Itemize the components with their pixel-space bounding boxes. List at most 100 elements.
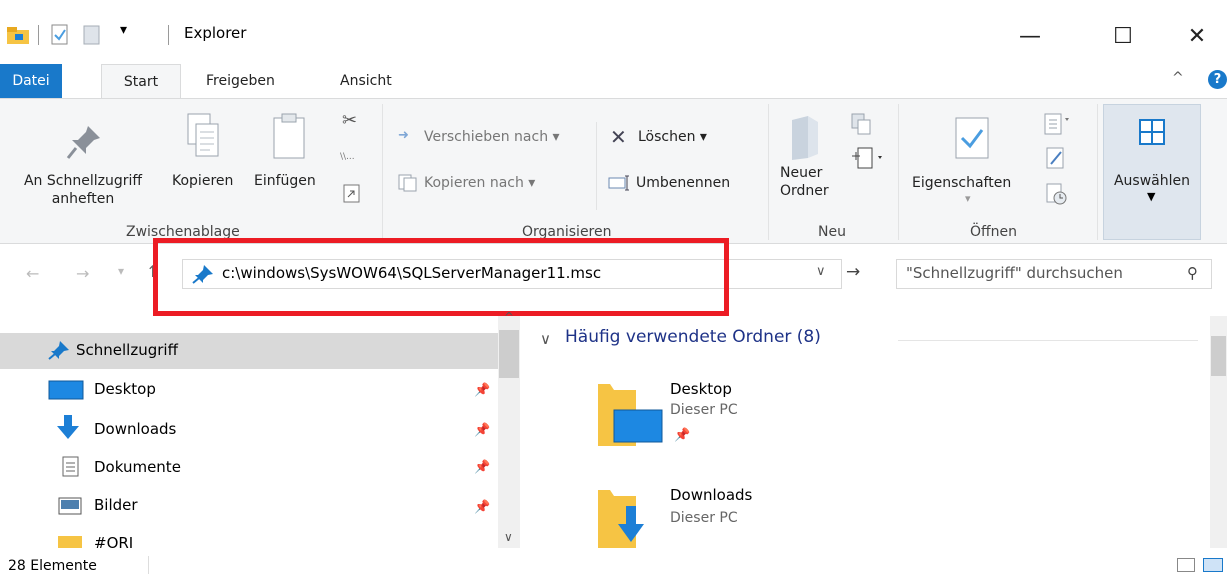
- organize-separator: [596, 122, 597, 210]
- item-count: 28 Elemente: [8, 558, 97, 574]
- group-separator: [1097, 104, 1098, 240]
- tab-datei[interactable]: Datei: [0, 64, 62, 98]
- paste-shortcut-icon[interactable]: [343, 184, 361, 204]
- tile-downloads[interactable]: [596, 486, 664, 548]
- go-arrow-icon[interactable]: →: [846, 262, 860, 282]
- search-icon[interactable]: ⚲: [1187, 264, 1198, 282]
- ribbon-tab-bar: [0, 64, 1227, 98]
- move-to-icon: ➜: [398, 128, 409, 143]
- move-to-button[interactable]: Verschieben nach ▾: [424, 128, 560, 146]
- group-title[interactable]: Häufig verwendete Ordner (8): [565, 327, 821, 347]
- properties-button[interactable]: Eigenschaften: [912, 174, 1011, 192]
- copy-icon: [186, 112, 222, 162]
- copy-to-button[interactable]: Kopieren nach ▾: [424, 174, 535, 192]
- tiles-view-icon[interactable]: [1203, 558, 1223, 572]
- toolbar-separator: [38, 25, 39, 45]
- delete-icon: ✕: [610, 125, 627, 149]
- tile-sub-desktop: Dieser PC: [670, 402, 738, 418]
- collapse-ribbon-icon[interactable]: ^: [1172, 70, 1184, 86]
- recent-locations-icon[interactable]: ▾: [118, 264, 124, 278]
- cut-icon[interactable]: ✂: [342, 110, 357, 131]
- tab-ansicht[interactable]: Ansicht: [328, 64, 404, 98]
- folder-icon: [58, 536, 82, 548]
- nav-item-ori[interactable]: #ORI: [94, 534, 174, 548]
- copy-button[interactable]: Kopieren: [172, 172, 233, 190]
- pin-to-quick-access-button[interactable]: An Schnellzugriff anheften: [2, 172, 164, 208]
- close-button[interactable]: ✕: [1167, 14, 1227, 58]
- new-folder-quick-icon[interactable]: [82, 24, 102, 46]
- delete-label: Löschen: [638, 129, 696, 145]
- pin-icon: [64, 122, 104, 162]
- window-title: Explorer: [184, 24, 247, 42]
- rename-button[interactable]: Umbenennen: [636, 174, 730, 192]
- status-separator: [148, 556, 149, 574]
- nav-label-ori: #ORI: [94, 534, 134, 548]
- tile-name-desktop: Desktop: [670, 380, 732, 398]
- desktop-folder-icon: [598, 384, 663, 446]
- search-placeholder: "Schnellzugriff" durchsuchen: [906, 264, 1123, 282]
- open-icon[interactable]: [1043, 112, 1073, 138]
- rename-icon: [608, 175, 632, 191]
- select-grid-icon: [1138, 118, 1166, 146]
- pin-icon[interactable]: 📌: [474, 383, 490, 398]
- pictures-icon: [58, 497, 82, 515]
- folder-app-icon[interactable]: [6, 24, 32, 46]
- properties-dropdown-icon[interactable]: ▾: [965, 192, 971, 205]
- downloads-folder-icon: [598, 490, 644, 548]
- scroll-up-icon[interactable]: ^: [504, 310, 514, 324]
- group-label-neu: Neu: [818, 224, 846, 240]
- nav-label-quick-access: Schnellzugriff: [76, 341, 178, 359]
- history-icon[interactable]: [1045, 182, 1069, 206]
- select-label: Auswählen: [1113, 173, 1191, 189]
- paste-button[interactable]: Einfügen: [254, 172, 316, 190]
- nav-scroll-thumb[interactable]: [499, 330, 519, 378]
- group-separator: [382, 104, 383, 240]
- tab-freigeben[interactable]: Freigeben: [194, 64, 287, 98]
- new-folder-button[interactable]: Neuer Ordner: [780, 164, 829, 200]
- pin-icon[interactable]: 📌: [474, 460, 490, 475]
- group-label-oeffnen: Öffnen: [970, 224, 1018, 240]
- new-folder-label-line1: Neuer: [780, 165, 823, 181]
- move-to-label: Verschieben nach: [424, 129, 549, 145]
- paste-icon: [272, 112, 306, 162]
- minimize-button[interactable]: —: [1000, 14, 1060, 58]
- address-dropdown-icon[interactable]: ∨: [816, 264, 826, 279]
- select-dropdown-icon: ▼: [1147, 190, 1156, 203]
- pin-label-line2: anheften: [51, 191, 115, 207]
- nav-item-quick-access[interactable]: [0, 333, 498, 369]
- tile-name-downloads: Downloads: [670, 486, 753, 504]
- delete-button[interactable]: Löschen ▾: [638, 128, 707, 146]
- content-scroll-thumb[interactable]: [1211, 336, 1226, 376]
- group-separator: [898, 104, 899, 240]
- copy-path-icon[interactable]: \\...: [340, 152, 360, 166]
- desktop-icon: [48, 380, 84, 400]
- tile-pin-icon: 📌: [674, 428, 691, 443]
- copy-to-icon: [398, 174, 418, 192]
- new-item-icon[interactable]: [848, 112, 878, 138]
- customize-quick-access-icon[interactable]: ▾: [120, 22, 127, 38]
- tab-start[interactable]: Start: [101, 64, 181, 99]
- properties-quick-icon[interactable]: [50, 24, 70, 46]
- status-bar: [0, 552, 1227, 578]
- tile-sub-downloads: Dieser PC: [670, 510, 738, 526]
- back-icon[interactable]: ←: [26, 264, 39, 283]
- documents-icon: [62, 456, 80, 478]
- details-view-icon[interactable]: [1177, 558, 1195, 572]
- scroll-down-icon[interactable]: ∨: [504, 530, 513, 544]
- pin-icon[interactable]: 📌: [474, 423, 490, 438]
- help-icon[interactable]: ?: [1208, 70, 1227, 89]
- collapse-group-icon[interactable]: ∨: [540, 330, 551, 348]
- pin-icon[interactable]: 📌: [474, 500, 490, 515]
- copy-to-label: Kopieren nach: [424, 175, 524, 191]
- downloads-icon: [56, 414, 80, 440]
- forward-icon[interactable]: →: [76, 264, 89, 283]
- edit-icon[interactable]: [1045, 146, 1067, 170]
- tile-desktop[interactable]: [596, 380, 664, 450]
- pin-label-line1: An Schnellzugriff: [23, 173, 143, 189]
- new-folder-icon: [788, 114, 822, 162]
- group-separator: [768, 104, 769, 240]
- nav-label-downloads: Downloads: [94, 420, 177, 438]
- maximize-button[interactable]: ☐: [1093, 14, 1153, 58]
- easy-access-icon[interactable]: [850, 146, 886, 172]
- new-folder-label-line2: Ordner: [780, 183, 829, 199]
